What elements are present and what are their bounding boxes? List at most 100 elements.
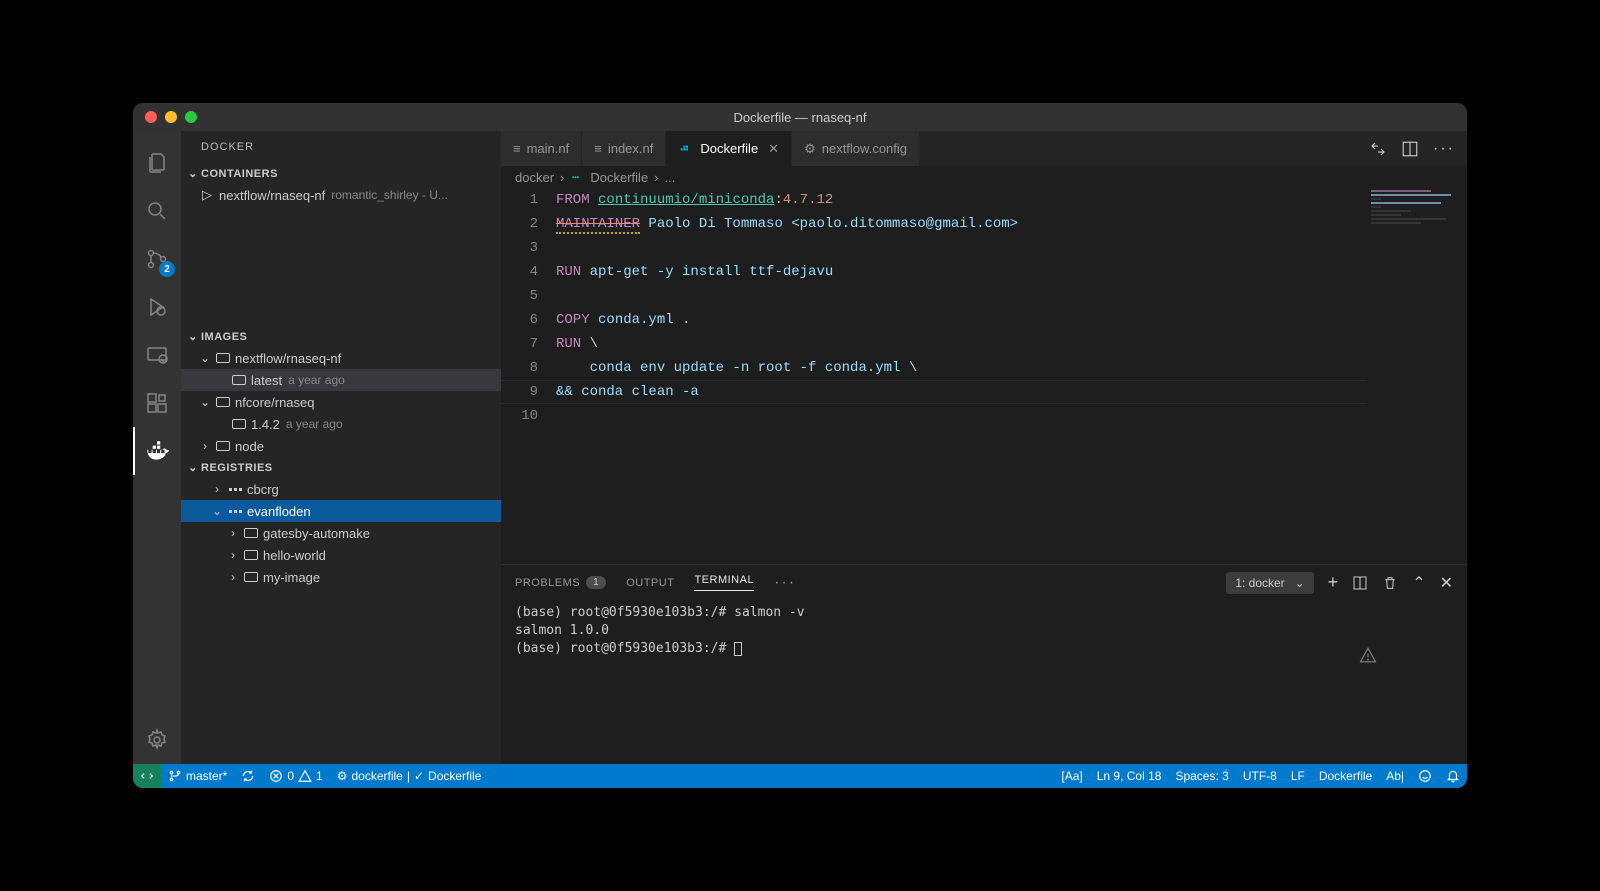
status-feedback[interactable] bbox=[1411, 764, 1439, 788]
files-icon bbox=[145, 151, 169, 175]
registry-repo-item[interactable]: › my-image bbox=[181, 566, 501, 588]
chevron-down-icon: ⌄ bbox=[185, 461, 201, 474]
activity-extensions[interactable] bbox=[133, 379, 181, 427]
sidebar-title: DOCKER bbox=[181, 131, 501, 163]
new-terminal-icon[interactable]: + bbox=[1328, 572, 1339, 593]
breadcrumb[interactable]: docker › Dockerfile › ... bbox=[501, 166, 1467, 188]
warning-count: 1 bbox=[316, 769, 323, 783]
more-icon[interactable]: ··· bbox=[774, 574, 796, 592]
split-icon[interactable] bbox=[1401, 140, 1419, 158]
file-icon: ≡ bbox=[513, 141, 521, 156]
split-terminal-icon[interactable] bbox=[1352, 575, 1368, 591]
activity-scm[interactable]: 2 bbox=[133, 235, 181, 283]
editor-area: ≡ main.nf ≡ index.nf Dockerfile ✕ ⚙ next… bbox=[501, 131, 1467, 764]
docker-icon bbox=[678, 141, 694, 157]
bell-icon bbox=[1446, 769, 1460, 783]
minimap[interactable] bbox=[1367, 188, 1467, 564]
warning-icon[interactable] bbox=[1359, 610, 1453, 700]
activity-search[interactable] bbox=[133, 187, 181, 235]
feedback-icon bbox=[1418, 769, 1432, 783]
activity-debug[interactable] bbox=[133, 283, 181, 331]
section-containers[interactable]: ⌄ CONTAINERS bbox=[181, 163, 501, 184]
terminal-body[interactable]: (base) root@0f5930e103b3:/# salmon -v sa… bbox=[501, 600, 1467, 764]
registry-item[interactable]: ⌄ evanfloden bbox=[181, 500, 501, 522]
registry-item[interactable]: › cbcrg bbox=[181, 478, 501, 500]
section-registries[interactable]: ⌄ REGISTRIES bbox=[181, 457, 501, 478]
breadcrumb-item[interactable]: Dockerfile bbox=[590, 170, 648, 185]
file-icon: ≡ bbox=[594, 141, 602, 156]
tab-nextflow-config[interactable]: ⚙ nextflow.config bbox=[792, 131, 920, 166]
breadcrumb-item[interactable]: docker bbox=[515, 170, 554, 185]
repo-name: gatesby-automake bbox=[263, 526, 370, 541]
image-item[interactable]: ⌄ nextflow/rnaseq-nf bbox=[181, 347, 501, 369]
image-item[interactable]: ⌄ nfcore/rnaseq bbox=[181, 391, 501, 413]
registry-repo-item[interactable]: › hello-world bbox=[181, 544, 501, 566]
activity-explorer[interactable] bbox=[133, 139, 181, 187]
image-item[interactable]: › node bbox=[181, 435, 501, 457]
container-icon bbox=[241, 550, 261, 560]
panel-tab-problems[interactable]: PROBLEMS 1 bbox=[515, 576, 606, 589]
status-case[interactable]: [Aa] bbox=[1054, 764, 1089, 788]
status-remote[interactable] bbox=[133, 764, 161, 788]
terminal-selector[interactable]: 1: docker ⌄ bbox=[1226, 572, 1313, 594]
statusbar: master* 0 1 ⚙ dockerfile | ✓ Dockerfile … bbox=[133, 764, 1467, 788]
close-icon[interactable]: ✕ bbox=[1440, 573, 1453, 593]
status-lang-server[interactable]: ⚙ dockerfile | ✓ Dockerfile bbox=[330, 764, 489, 788]
section-images[interactable]: ⌄ IMAGES bbox=[181, 326, 501, 347]
tab-main-nf[interactable]: ≡ main.nf bbox=[501, 131, 582, 166]
container-meta: romantic_shirley - U... bbox=[331, 188, 448, 202]
branch-name: master* bbox=[186, 769, 227, 783]
panel-tab-output[interactable]: OUTPUT bbox=[626, 577, 674, 589]
status-cursor-style[interactable]: Ab| bbox=[1379, 764, 1411, 788]
image-tag-item[interactable]: 1.4.2 a year ago bbox=[181, 413, 501, 435]
remote-icon bbox=[140, 769, 154, 783]
window-close-btn[interactable] bbox=[145, 111, 157, 123]
breadcrumb-item[interactable]: ... bbox=[665, 170, 676, 185]
run-debug-icon bbox=[145, 295, 169, 319]
status-sync[interactable] bbox=[234, 764, 262, 788]
status-encoding[interactable]: UTF-8 bbox=[1236, 764, 1284, 788]
branch-icon bbox=[168, 769, 182, 783]
window-minimize-btn[interactable] bbox=[165, 111, 177, 123]
chevron-down-icon: ⌄ bbox=[197, 351, 213, 365]
image-tag-item[interactable]: latest a year ago bbox=[181, 369, 501, 391]
registry-repo-item[interactable]: › gatesby-automake bbox=[181, 522, 501, 544]
panel-tab-terminal[interactable]: TERMINAL bbox=[694, 574, 754, 591]
scm-badge: 2 bbox=[159, 261, 175, 277]
container-icon bbox=[213, 353, 233, 363]
docker-icon bbox=[144, 438, 170, 464]
tag-label: 1.4.2 bbox=[251, 417, 280, 432]
status-problems[interactable]: 0 1 bbox=[262, 764, 329, 788]
registry-icon bbox=[225, 510, 245, 513]
activity-remote[interactable] bbox=[133, 331, 181, 379]
code-editor[interactable]: 12345678910 FROM continuumio/miniconda:4… bbox=[501, 188, 1467, 564]
tab-label: index.nf bbox=[608, 141, 654, 156]
error-count: 0 bbox=[287, 769, 294, 783]
status-notifications[interactable] bbox=[1439, 764, 1467, 788]
activity-docker[interactable] bbox=[133, 427, 181, 475]
chevron-down-icon: ⌄ bbox=[185, 167, 201, 180]
chevron-right-icon: › bbox=[225, 548, 241, 562]
compare-icon[interactable] bbox=[1369, 140, 1387, 158]
status-position[interactable]: Ln 9, Col 18 bbox=[1090, 764, 1169, 788]
activity-settings[interactable] bbox=[133, 716, 181, 764]
status-spaces[interactable]: Spaces: 3 bbox=[1168, 764, 1235, 788]
container-item[interactable]: ▷ nextflow/rnaseq-nf romantic_shirley - … bbox=[181, 184, 501, 206]
status-language[interactable]: Dockerfile bbox=[1312, 764, 1379, 788]
more-icon[interactable]: ··· bbox=[1433, 140, 1455, 158]
tab-index-nf[interactable]: ≡ index.nf bbox=[582, 131, 666, 166]
close-icon[interactable]: ✕ bbox=[768, 141, 779, 157]
status-branch[interactable]: master* bbox=[161, 764, 234, 788]
container-icon bbox=[213, 397, 233, 407]
tab-label: Dockerfile bbox=[700, 141, 758, 156]
chevron-right-icon: › bbox=[654, 170, 658, 185]
tag-icon bbox=[229, 375, 249, 385]
window-maximize-btn[interactable] bbox=[185, 111, 197, 123]
chevron-up-icon[interactable]: ⌃ bbox=[1412, 573, 1425, 593]
container-icon bbox=[241, 572, 261, 582]
editor-tabs: ≡ main.nf ≡ index.nf Dockerfile ✕ ⚙ next… bbox=[501, 131, 1467, 166]
trash-icon[interactable] bbox=[1382, 575, 1398, 591]
chevron-right-icon: › bbox=[560, 170, 564, 185]
status-eol[interactable]: LF bbox=[1284, 764, 1312, 788]
tab-dockerfile[interactable]: Dockerfile ✕ bbox=[666, 131, 792, 166]
